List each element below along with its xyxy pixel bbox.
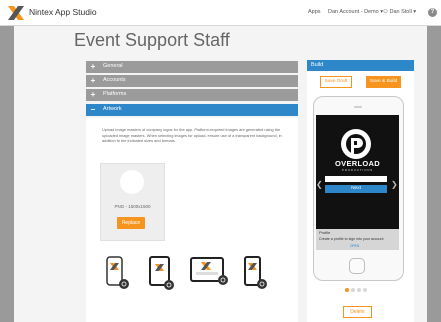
- phone-speaker: [354, 106, 362, 108]
- minus-icon: –: [90, 105, 96, 114]
- accordion-artwork[interactable]: – Artwork: [86, 104, 298, 116]
- delete-button[interactable]: Delete: [343, 306, 372, 318]
- carousel-dot-active[interactable]: [345, 288, 349, 292]
- top-navbar: Nintex App Studio Apps Dan Account - Dem…: [0, 0, 441, 26]
- brand-sub: PRODUCTIONS: [342, 168, 373, 172]
- artwork-description: Upload image masters of company logos fo…: [102, 127, 282, 144]
- help-icon[interactable]: ?: [428, 8, 437, 17]
- nintex-logo-icon[interactable]: [8, 6, 24, 20]
- phone-preview-icon[interactable]: [104, 256, 130, 292]
- brand-name: OVERLOAD: [335, 159, 380, 168]
- nav-apps-link[interactable]: Apps: [308, 9, 321, 15]
- account-dropdown[interactable]: Dan Account - Demo ▾: [328, 9, 383, 15]
- carousel-dot[interactable]: [363, 288, 367, 292]
- plus-icon: +: [90, 90, 96, 99]
- accordion-general[interactable]: + General: [86, 61, 298, 73]
- preview-next-arrow-icon[interactable]: ❯: [391, 180, 398, 189]
- build-title: Build: [311, 62, 324, 68]
- android-preview-icon[interactable]: [242, 256, 268, 292]
- preview-next-button: Next: [325, 185, 387, 193]
- tablet-preview-icon[interactable]: [190, 256, 230, 286]
- image-format-label: PNG - 1500x1500: [114, 204, 151, 209]
- preview-input: [325, 176, 387, 182]
- profile-title: Profile: [319, 230, 331, 235]
- accordion-accounts[interactable]: + Accounts: [86, 75, 298, 87]
- accordion-label: Artwork: [103, 106, 122, 112]
- accordion-platforms[interactable]: + Platforms: [86, 89, 298, 101]
- app-title[interactable]: Nintex App Studio: [29, 7, 97, 17]
- user-name: Dan Stoll ▾: [389, 9, 417, 15]
- accordion-label: Platforms: [103, 91, 127, 97]
- preview-prev-arrow-icon[interactable]: ❮: [316, 180, 323, 189]
- carousel-dot[interactable]: [357, 288, 361, 292]
- accordion-label: Accounts: [103, 77, 126, 83]
- profile-description: Create a profile to sign into your accou…: [319, 237, 384, 241]
- replace-button[interactable]: Replace: [117, 217, 145, 229]
- user-dropdown[interactable]: ⚇ Dan Stoll ▾: [383, 9, 416, 15]
- save-build-button[interactable]: Save & Build: [366, 76, 401, 88]
- logo-placeholder-icon: [120, 170, 144, 194]
- phablet-preview-icon[interactable]: [147, 256, 175, 292]
- phone-home-button: [349, 258, 365, 274]
- carousel-dot[interactable]: [351, 288, 355, 292]
- profile-open-link: OPEN: [350, 244, 360, 248]
- save-draft-button[interactable]: Save Draft: [320, 76, 352, 88]
- plus-icon: +: [90, 62, 96, 71]
- page-title: Event Support Staff: [74, 30, 230, 50]
- plus-icon: +: [90, 76, 96, 85]
- accordion-label: General: [103, 63, 123, 69]
